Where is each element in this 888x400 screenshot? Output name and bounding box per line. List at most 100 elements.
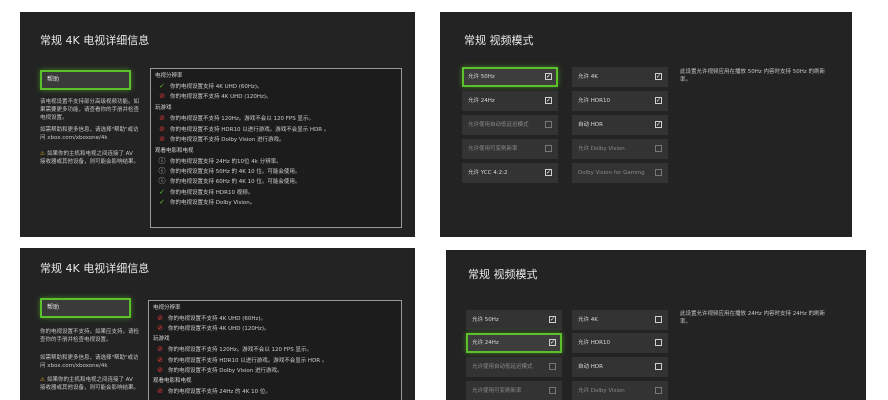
list-item: ✓ 你的电视设置支持 HDR10 视频。 [158,187,401,197]
row-text: 你的电视设置支持 50Hz 的 4K 10 位。可能会使用。 [170,169,301,176]
av-receiver-note: ⚠ 如果你的主机和电视之间连接了 AV 接收器或其他设备，则可能会影响结果。 [40,376,140,392]
support-note: 该电视设置不支持部分高级视频功能。如果需要更多功能，请查看你的手册并检查电视设置… [40,99,140,122]
prohibited-icon: ⊘ [159,92,165,101]
option-label: 允许 4K [578,74,598,80]
option-auto-hdr[interactable]: 自动 HDR [572,357,668,377]
option-dolby-vision-gaming[interactable]: Dolby Vision for Gaming [572,163,668,183]
option-label: 允许 4K [578,317,598,323]
checkbox[interactable]: ✓ [655,121,662,128]
section-gaming: 玩游戏 [153,336,170,343]
option-label: 允许使用自动低延迟模式 [468,122,529,128]
option-allow-hdr10[interactable]: 允许 HDR10 ✓ [572,91,668,111]
row-text: 你的电视设置不支持 24Hz 的 4K 10 位。 [168,388,271,395]
warning-icon: ⚠ [40,377,45,383]
checkbox[interactable]: ✓ [655,97,662,104]
option-variable-refresh[interactable]: 允许使用可变刷新率 [466,381,562,400]
option-allow-4k[interactable]: 允许 4K [572,310,668,330]
video-modes-panel-bottom: 常规 视频模式 允许 50Hz ✓ 允许 24Hz ✓ 允许使用自动低延迟模式 允许… [446,250,866,400]
section-gaming: 玩游戏 [155,105,172,112]
row-text: 你的电视设置不支持 Dolby Vision 进行游戏。 [170,136,285,143]
warning-icon: ⚠ [40,151,45,157]
checkbox[interactable] [655,387,662,394]
tv-capability-list: 电视分辨率 ✓ 你的电视设置支持 4K UHD (60Hz)。 ⊘ 你的电视设置不支… [150,68,402,228]
page-title: 常规 视频模式 [468,268,538,281]
help-note: 如需帮助和更多信息，请选择"帮助"或访问 xbox.com/xboxone/4k [40,127,139,142]
option-allow-50hz[interactable]: 允许 50Hz ✓ [466,310,562,330]
checkbox[interactable]: ✓ [545,169,552,176]
checkbox[interactable] [655,363,662,370]
list-item: ⊘ 你的电视设置不支持 HDR10 以进行游戏。游戏不会显示 HDR 。 [156,355,401,365]
section-tv-resolution: 电视分辨率 [153,305,181,311]
row-text: 你的电视设置不支持 4K UHD (120Hz)。 [170,94,272,101]
tv-capability-list: 电视分辨率 ⊘ 你的电视设置不支持 4K UHD (60Hz)。 ⊘ 你的电视设置不… [148,300,402,400]
checkbox[interactable]: ✓ [655,73,662,80]
checkbox[interactable] [655,145,662,152]
checkbox[interactable]: ✓ [549,316,556,323]
option-dolby-vision[interactable]: 允许 Dolby Vision [572,139,668,159]
row-text: 你的电视设置不支持 120Hz。游戏不会以 120 FPS 显示。 [170,116,314,123]
row-text: 你的电视设置不支持 120Hz。游戏不会以 120 FPS 显示。 [168,347,312,354]
help-button[interactable]: 帮助 [40,70,131,90]
checkbox[interactable]: ✓ [545,73,552,80]
check-icon: ✓ [159,187,165,196]
list-item: ⊘ 你的电视设置不支持 Dolby Vision 进行游戏。 [158,134,401,144]
av-receiver-text: 如果你的主机和电视之间连接了 AV 接收器或其他设备，则可能会影响结果。 [40,377,140,392]
option-label: 允许 50Hz [472,317,499,323]
list-item: ⊘ 你的电视设置不支持 24Hz 的 4K 10 位。 [156,386,401,396]
row-text: 你的电视设置不支持 4K UHD (120Hz)。 [168,326,270,333]
option-allow-24hz[interactable]: 允许 24Hz ✓ [462,91,558,111]
list-item: ⊘ 你的电视设置不支持 4K UHD (60Hz)。 [156,313,401,323]
row-text: 你的电视设置支持 4K UHD (60Hz)。 [170,84,263,90]
list-item: ⓘ 你的电视设置支持 50Hz 的 4K 10 位。可能会使用。 [158,166,401,176]
option-auto-low-latency[interactable]: 允许使用自动低延迟模式 [462,115,558,135]
prohibited-icon: ⊘ [157,345,163,354]
info-icon: ⓘ [158,177,166,186]
prohibited-icon: ⊘ [157,324,163,333]
checkbox[interactable] [655,169,662,176]
list-item: ⊘ 你的电视设置不支持 4K UHD (120Hz)。 [156,323,401,333]
option-label: 允许使用可变刷新率 [468,146,518,152]
option-label: 允许 YCC 4:2:2 [468,170,508,176]
checkbox[interactable] [655,339,662,346]
prohibited-icon: ⊘ [157,314,163,322]
option-allow-ycc[interactable]: 允许 YCC 4:2:2 ✓ [462,163,558,183]
list-item: ✓ 你的电视设置支持 Dolby Vision。 [158,197,401,207]
prohibited-icon: ⊘ [157,386,163,395]
list-item: ✓ 你的电视设置支持 4K UHD (60Hz)。 [158,81,401,91]
page-title: 常规 视频模式 [464,34,534,47]
checkbox[interactable] [549,387,556,394]
support-note: 你的电视设置不支持，如果应支持，请检查你的手册并检查电视设置。 [40,329,140,344]
option-label: 允许 Dolby Vision [578,146,625,152]
help-button[interactable]: 帮助 [40,298,131,318]
checkbox[interactable] [655,316,662,323]
option-auto-low-latency[interactable]: 允许使用自动低延迟模式 [466,357,562,377]
option-auto-hdr[interactable]: 自动 HDR ✓ [572,115,668,135]
section-tv-resolution: 电视分辨率 [155,73,183,79]
list-item: ⓘ 你的电视设置支持 24Hz 的10位 4k 分辨率。 [158,156,401,166]
row-text: 你的电视设置不支持 4K UHD (60Hz)。 [168,316,267,322]
row-text: 你的电视设置支持 HDR10 视频。 [170,189,254,196]
list-item: ⓘ 你的电视设置支持 60Hz 的 4K 10 位。可能会使用。 [158,176,401,186]
checkbox[interactable] [549,363,556,370]
option-allow-50hz[interactable]: 允许 50Hz ✓ [462,67,558,87]
row-text: 你的电视设置不支持 HDR10 以进行游戏。游戏不会显示 HDR 。 [168,357,328,364]
prohibited-icon: ⊘ [159,114,165,123]
checkbox[interactable]: ✓ [545,97,552,104]
option-variable-refresh[interactable]: 允许使用可变刷新率 [462,139,558,159]
list-item: ⊘ 你的电视设置不支持 120Hz。游戏不会以 120 FPS 显示。 [156,344,401,354]
option-allow-24hz[interactable]: 允许 24Hz ✓ [466,333,562,353]
page-title: 常规 4K 电视详细信息 [40,34,150,47]
option-dolby-vision[interactable]: 允许 Dolby Vision [572,381,668,400]
checkbox[interactable] [545,145,552,152]
option-label: 允许 24Hz [468,98,495,104]
prohibited-icon: ⊘ [157,365,163,374]
row-text: 你的电视设置支持 Dolby Vision。 [170,199,256,206]
checkbox[interactable]: ✓ [549,339,556,346]
row-text: 你的电视设置支持 60Hz 的 4K 10 位。可能会使用。 [170,179,301,186]
checkbox[interactable] [545,121,552,128]
option-allow-4k[interactable]: 允许 4K ✓ [572,67,668,87]
info-icon: ⓘ [158,167,166,176]
option-label: 允许 24Hz [472,340,499,346]
option-allow-hdr10[interactable]: 允许 HDR10 [572,333,668,353]
help-note: 如需帮助和更多信息，请选择"帮助"或访问 xbox.com/xboxone/4k [40,355,139,370]
